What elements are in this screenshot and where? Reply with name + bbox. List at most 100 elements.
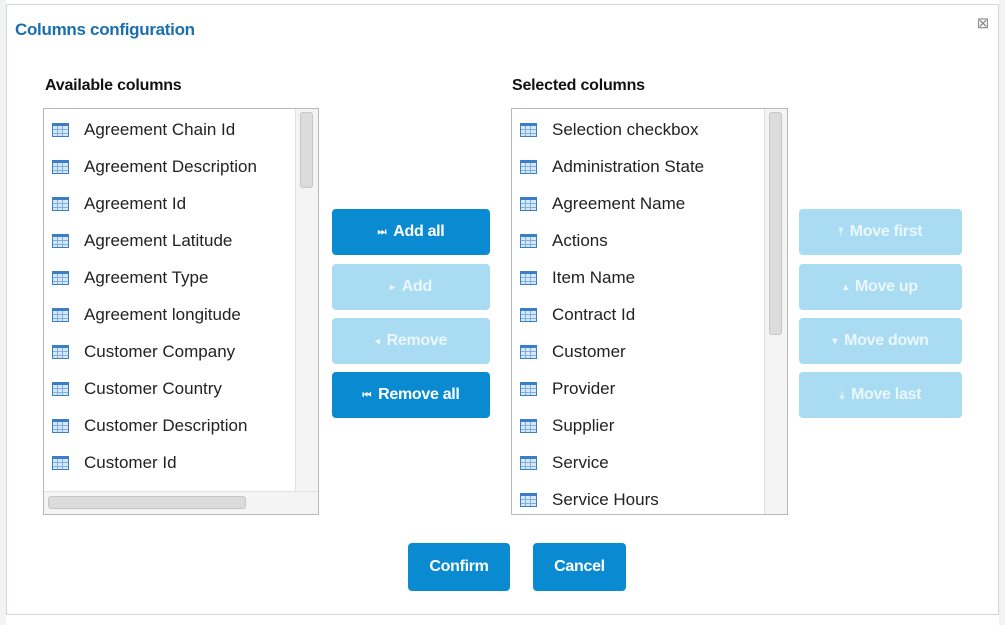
move-last-icon: ⤓ — [839, 389, 844, 401]
table-icon — [520, 381, 537, 396]
move-down-label: Move down — [844, 332, 929, 349]
list-item[interactable]: Item Name — [512, 259, 765, 296]
close-icon[interactable]: ⊠ — [976, 16, 990, 31]
list-item-label: Contract Id — [552, 304, 636, 324]
chevron-right-icon: ▸ — [390, 281, 395, 293]
selected-vertical-scrollbar[interactable] — [764, 109, 787, 514]
dialog-titlebar: Columns configuration ⊠ — [7, 5, 998, 57]
list-item[interactable]: Actions — [512, 222, 765, 259]
list-item-label: Agreement Chain Id — [84, 119, 236, 139]
move-up-button[interactable]: ▴ Move up — [799, 264, 962, 310]
list-item[interactable]: Customer Description — [44, 407, 296, 444]
remove-all-button[interactable]: ⏮ Remove all — [332, 372, 490, 418]
selected-columns-list[interactable]: Selection checkbox Administration State Ag… — [511, 108, 788, 515]
list-item[interactable]: Supplier — [512, 407, 765, 444]
fast-rewind-icon: ⏮ — [362, 389, 372, 401]
table-icon — [52, 307, 69, 322]
list-item[interactable]: Provider — [512, 370, 765, 407]
arrow-up-icon: ▴ — [843, 281, 848, 293]
table-icon — [52, 122, 69, 137]
list-item-label: Agreement Description — [84, 156, 257, 176]
list-item[interactable]: Contract Id — [512, 296, 765, 333]
selected-items: Selection checkbox Administration State Ag… — [512, 111, 765, 514]
list-item-label: Actions — [552, 230, 608, 250]
add-label: Add — [401, 278, 433, 295]
available-horizontal-scroll-thumb[interactable] — [48, 496, 246, 509]
add-button[interactable]: ▸ Add — [332, 264, 490, 310]
table-icon — [520, 196, 537, 211]
table-icon — [520, 455, 537, 470]
list-item[interactable]: Administration State — [512, 148, 765, 185]
cancel-button[interactable]: Cancel — [533, 543, 626, 591]
list-item-label: Agreement Latitude — [84, 230, 233, 250]
list-item[interactable]: Service Hours — [512, 481, 765, 514]
move-last-label: Move last — [850, 386, 922, 403]
remove-button[interactable]: ◂ Remove — [332, 318, 490, 364]
table-icon — [52, 418, 69, 433]
confirm-button[interactable]: Confirm — [408, 543, 510, 591]
list-item[interactable]: Customer Country — [44, 370, 296, 407]
list-item-label: Agreement Id — [84, 193, 187, 213]
table-icon — [520, 270, 537, 285]
table-icon — [52, 344, 69, 359]
list-item[interactable]: Agreement Name — [512, 185, 765, 222]
list-item[interactable]: Agreement Type — [44, 259, 296, 296]
list-item-label: Customer — [552, 341, 626, 361]
list-item[interactable]: Selection checkbox — [512, 111, 765, 148]
list-item[interactable]: Service — [512, 444, 765, 481]
table-icon — [520, 492, 537, 507]
available-columns-list[interactable]: Agreement Chain Id Agreement Description A… — [43, 108, 319, 515]
add-all-label: Add all — [393, 223, 445, 240]
table-icon — [520, 233, 537, 248]
list-item-label: Agreement Type — [84, 267, 209, 287]
list-item-label: Customer Description — [84, 415, 248, 435]
list-item-label: Supplier — [552, 415, 615, 435]
table-icon — [520, 159, 537, 174]
list-item[interactable]: Agreement Description — [44, 148, 296, 185]
chevron-left-icon: ◂ — [374, 335, 380, 347]
add-all-button[interactable]: ⏭ Add all — [332, 209, 490, 255]
list-item-label: Agreement Name — [552, 193, 686, 213]
table-icon — [520, 307, 537, 322]
list-item[interactable]: Customer — [512, 333, 765, 370]
move-first-icon: ⤒ — [838, 226, 843, 238]
arrow-down-icon: ▾ — [832, 335, 838, 347]
list-item-label: Service — [552, 452, 609, 472]
remove-all-label: Remove all — [378, 386, 460, 403]
move-first-button[interactable]: ⤒ Move first — [799, 209, 962, 255]
list-item[interactable]: Agreement Id — [44, 185, 296, 222]
list-item-label: Customer Country — [84, 378, 222, 398]
list-item[interactable]: Agreement longitude — [44, 296, 296, 333]
table-icon — [52, 455, 69, 470]
table-icon — [52, 233, 69, 248]
selected-vertical-scroll-thumb[interactable] — [769, 112, 782, 335]
move-last-button[interactable]: ⤓ Move last — [799, 372, 962, 418]
available-vertical-scrollbar[interactable] — [295, 109, 318, 492]
fast-forward-icon: ⏭ — [377, 226, 387, 238]
list-item-label: Customer Company — [84, 341, 236, 361]
selected-columns-label: Selected columns — [512, 77, 645, 94]
list-item[interactable]: Agreement Latitude — [44, 222, 296, 259]
list-item-label: Provider — [552, 378, 616, 398]
list-item-label: Agreement longitude — [84, 304, 241, 324]
list-item[interactable]: Customer Company — [44, 333, 296, 370]
table-icon — [52, 381, 69, 396]
list-item[interactable]: Agreement Chain Id — [44, 111, 296, 148]
table-icon — [52, 270, 69, 285]
move-up-label: Move up — [854, 278, 918, 295]
table-icon — [520, 122, 537, 137]
columns-configuration-dialog: Columns configuration ⊠ Available column… — [6, 4, 999, 615]
list-item-label: Service Hours — [552, 489, 659, 509]
list-item-label: Customer Id — [84, 452, 177, 472]
list-item-label: Selection checkbox — [552, 119, 699, 139]
table-icon — [52, 159, 69, 174]
remove-label: Remove — [386, 332, 448, 349]
available-columns-label: Available columns — [45, 77, 182, 94]
table-icon — [52, 196, 69, 211]
list-item[interactable]: Customer Id — [44, 444, 296, 481]
list-item-label: Item Name — [552, 267, 636, 287]
available-items: Agreement Chain Id Agreement Description A… — [44, 111, 296, 481]
available-horizontal-scrollbar[interactable] — [44, 491, 318, 514]
move-down-button[interactable]: ▾ Move down — [799, 318, 962, 364]
available-vertical-scroll-thumb[interactable] — [300, 112, 313, 188]
